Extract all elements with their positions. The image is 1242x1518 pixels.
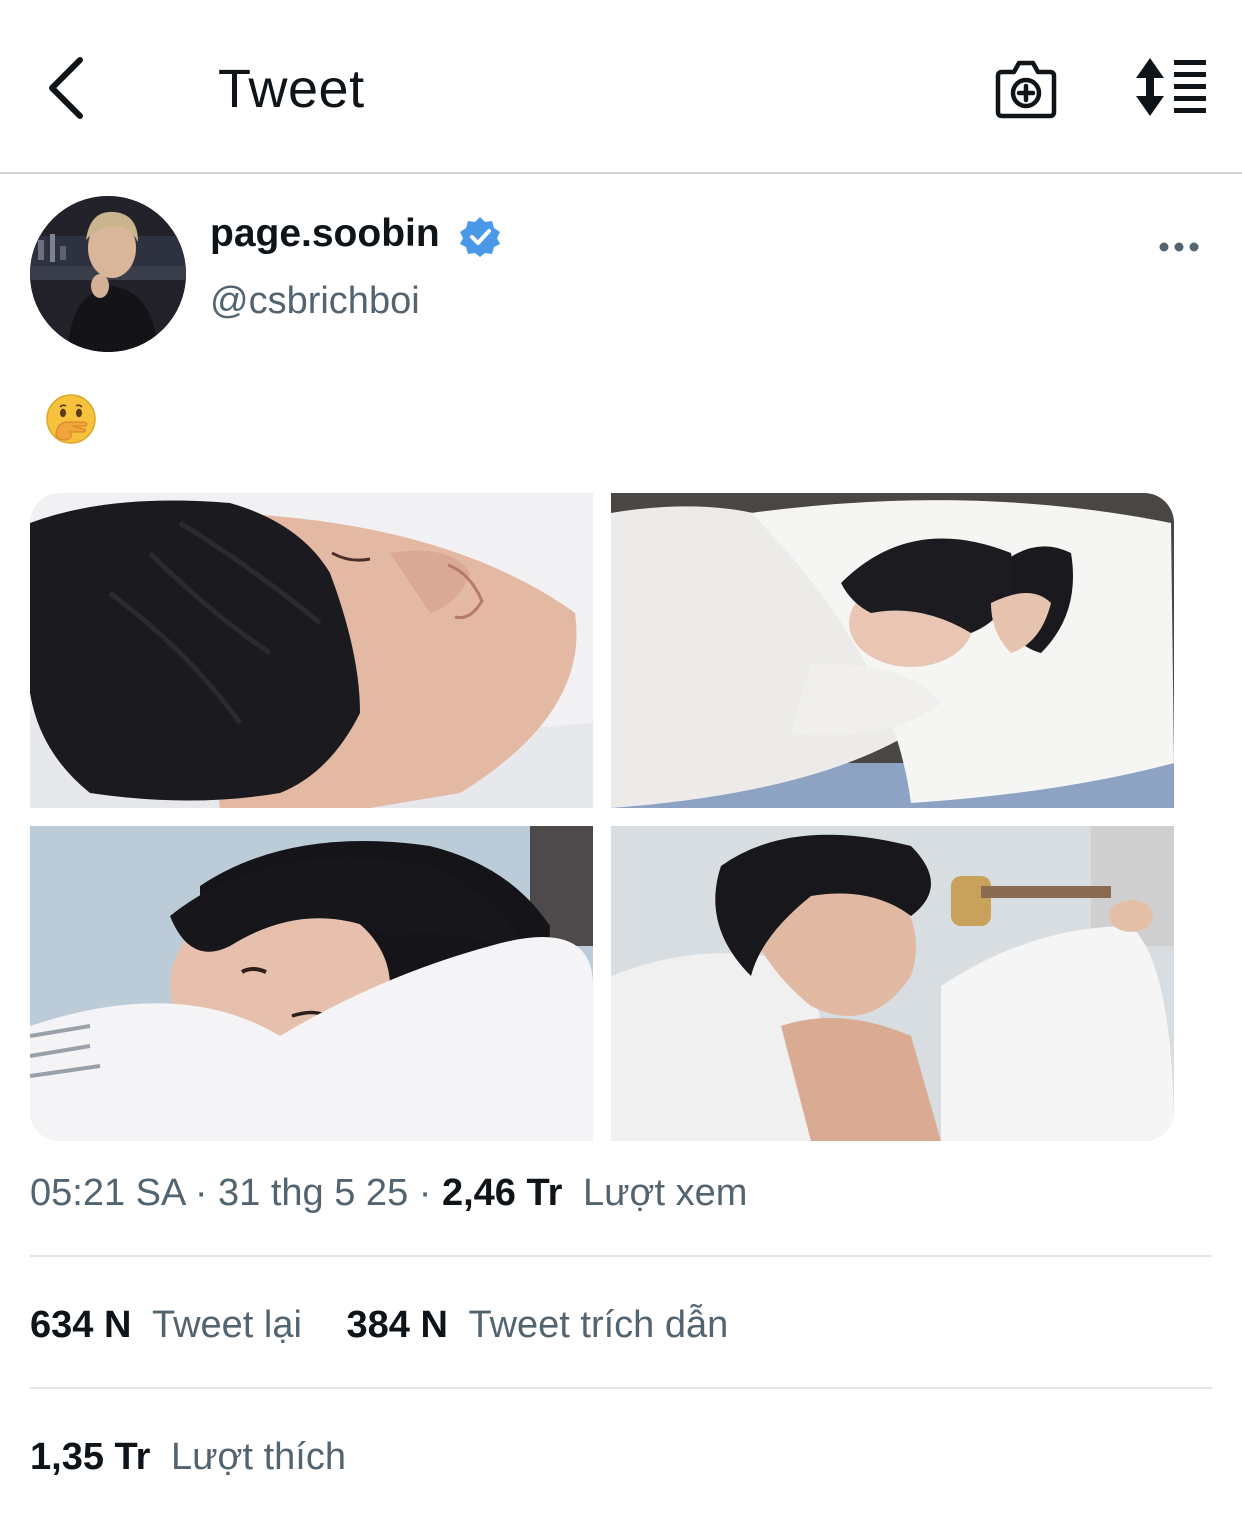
face-with-hand-over-mouth-emoji xyxy=(46,394,96,444)
display-name[interactable]: page.soobin xyxy=(210,212,440,256)
back-button[interactable] xyxy=(40,52,96,124)
media-photo-2[interactable] xyxy=(611,493,1174,808)
quotes-stat[interactable]: 384 N Tweet trích dẫn xyxy=(347,1304,729,1346)
quotes-label: Tweet trích dẫn xyxy=(468,1304,729,1346)
camera-plus-icon xyxy=(995,60,1057,119)
chevron-left-icon xyxy=(49,57,83,119)
camera-button[interactable] xyxy=(994,58,1058,120)
retweets-count: 634 N xyxy=(30,1304,132,1346)
views-count: 2,46 Tr xyxy=(441,1172,563,1214)
tweet-meta: 05:21 SA · 31 thg 5 25 · 2,46 Tr Lượt xe… xyxy=(30,1172,747,1215)
tweet-date: 31 thg 5 25 xyxy=(218,1172,409,1214)
page-title: Tweet xyxy=(218,59,365,119)
engagement-stats: 634 N Tweet lại 384 N Tweet trích dẫn xyxy=(30,1304,728,1347)
likes-count: 1,35 Tr xyxy=(30,1436,151,1478)
separator: · xyxy=(194,1172,208,1214)
more-horizontal-icon xyxy=(1159,242,1199,252)
views-label: Lượt xem xyxy=(582,1172,748,1214)
media-photo-4[interactable] xyxy=(611,826,1174,1141)
verified-badge-icon xyxy=(460,217,500,257)
media-photo-1[interactable] xyxy=(30,493,593,808)
divider xyxy=(30,1255,1212,1257)
separator: · xyxy=(418,1172,432,1214)
media-grid xyxy=(30,493,1174,1141)
sort-lines-icon xyxy=(1136,58,1206,116)
quotes-count: 384 N xyxy=(346,1304,448,1346)
media-photo-3[interactable] xyxy=(30,826,593,1141)
retweets-label: Tweet lại xyxy=(151,1304,302,1346)
avatar[interactable] xyxy=(30,196,186,352)
retweets-stat[interactable]: 634 N Tweet lại xyxy=(30,1304,313,1346)
top-bar: Tweet xyxy=(0,0,1242,174)
likes-label: Lượt thích xyxy=(170,1436,346,1478)
more-options-button[interactable] xyxy=(1156,230,1202,264)
user-handle[interactable]: @csbrichboi xyxy=(210,280,420,323)
divider xyxy=(30,1387,1212,1389)
tweet-time: 05:21 SA xyxy=(30,1172,185,1214)
likes-stat[interactable]: 1,35 Tr Lượt thích xyxy=(30,1436,346,1479)
sort-button[interactable] xyxy=(1130,56,1210,118)
